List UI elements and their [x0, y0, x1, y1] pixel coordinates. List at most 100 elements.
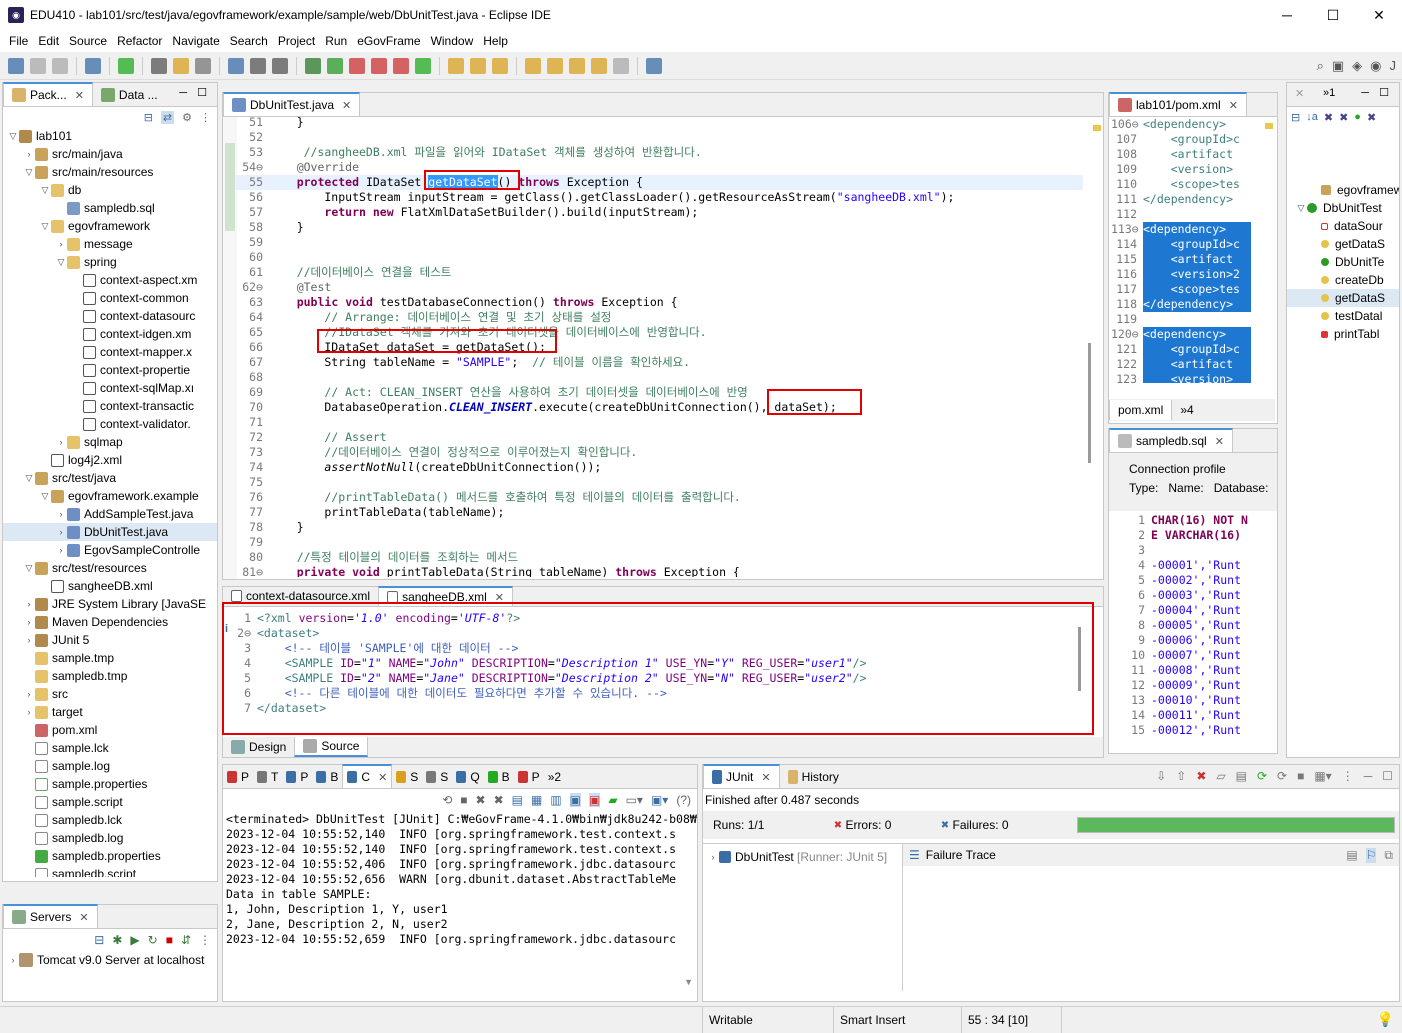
save-all-icon[interactable]: [52, 57, 68, 74]
tree-item[interactable]: context-common: [3, 289, 217, 307]
tab-console-9[interactable]: P: [514, 766, 544, 788]
code-line[interactable]: 78 }: [235, 520, 1083, 535]
sql-line[interactable]: 11 -00008','Runt: [1111, 663, 1261, 678]
link-editor-icon[interactable]: ⇄: [160, 110, 175, 124]
java-perspective-icon[interactable]: J: [1390, 58, 1397, 74]
tab-pom-overview[interactable]: pom.xml: [1109, 400, 1173, 420]
code-line[interactable]: 3 <!-- 테이블 'SAMPLE'에 대한 데이터 -->: [223, 641, 1083, 656]
pom-line[interactable]: 109 <version>: [1111, 162, 1251, 177]
tree-item[interactable]: context-validator.: [3, 415, 217, 433]
expand-icon[interactable]: ›: [23, 595, 35, 613]
tree-item[interactable]: context-propertie: [3, 361, 217, 379]
display-console-icon[interactable]: ▭▾: [626, 793, 643, 807]
code-line[interactable]: 70 DatabaseOperation.CLEAN_INSERT.execut…: [235, 400, 1083, 415]
expand-icon[interactable]: ›: [23, 685, 35, 703]
sql-line[interactable]: 9 -00006','Runt: [1111, 633, 1261, 648]
debug-icon[interactable]: [305, 57, 321, 74]
back-icon[interactable]: [591, 57, 607, 74]
code-line[interactable]: 68: [235, 370, 1083, 385]
tab-console-0[interactable]: P: [223, 766, 253, 788]
tree-item[interactable]: sampledb.log: [3, 829, 217, 847]
sql-line[interactable]: 12 -00009','Runt: [1111, 678, 1261, 693]
minimize-view-icon[interactable]: ─: [1361, 87, 1369, 99]
expand-icon[interactable]: ›: [23, 613, 35, 631]
menu-window[interactable]: Window: [426, 34, 479, 48]
server-item[interactable]: › Tomcat v9.0 Server at localhost: [3, 951, 217, 969]
pom-line[interactable]: 112: [1111, 207, 1251, 222]
rerun-icon[interactable]: ⟳: [1257, 769, 1267, 783]
tree-item[interactable]: › target: [3, 703, 217, 721]
code-line[interactable]: 5 <SAMPLE ID="2" NAME="Jane" DESCRIPTION…: [223, 671, 1083, 686]
code-line[interactable]: 60: [235, 250, 1083, 265]
search-icon[interactable]: ⌕: [1317, 58, 1324, 74]
tree-item[interactable]: ▽ src/test/java: [3, 469, 217, 487]
clear-console-icon[interactable]: ⟲: [442, 793, 452, 807]
publish-icon[interactable]: ⇵: [181, 933, 191, 947]
pom-line[interactable]: 118 </dependency>: [1111, 297, 1251, 312]
close-icon[interactable]: ✕: [75, 89, 84, 102]
code-line[interactable]: 77 printTableData(tableName);: [235, 505, 1083, 520]
tree-item[interactable]: ▽ spring: [3, 253, 217, 271]
hide-static-icon[interactable]: ✖: [1339, 111, 1348, 147]
tree-item[interactable]: ▽ egovframework.example: [3, 487, 217, 505]
toggle-mark-icon[interactable]: [228, 57, 244, 74]
open-perspective-icon[interactable]: ▣: [1332, 58, 1344, 74]
menu-run[interactable]: Run: [320, 34, 352, 48]
remove-launch-icon[interactable]: ✖: [476, 793, 486, 807]
tree-item[interactable]: › DbUnitTest.java: [3, 523, 217, 541]
view-menu-icon[interactable]: ⋮: [199, 933, 211, 947]
tree-item[interactable]: log4j2.xml: [3, 451, 217, 469]
sql-line[interactable]: 4 -00001','Runt: [1111, 558, 1261, 573]
tree-item[interactable]: › EgovSampleControlle: [3, 541, 217, 559]
hide-fields-icon[interactable]: ✖: [1324, 111, 1333, 147]
test-tree-item[interactable]: › DbUnitTest [Runner: JUnit 5]: [703, 848, 902, 866]
open-resource-icon[interactable]: [492, 57, 508, 74]
collapse-icon[interactable]: ⊟: [94, 933, 104, 947]
prev-failure-icon[interactable]: ⇧: [1176, 769, 1186, 783]
show-failures-only-icon[interactable]: ✖: [1196, 769, 1206, 783]
code-line[interactable]: 74 assertNotNull(createDbUnitConnection(…: [235, 460, 1083, 475]
sql-line[interactable]: 10 -00007','Runt: [1111, 648, 1261, 663]
pom-line[interactable]: 111 </dependency>: [1111, 192, 1251, 207]
tree-item[interactable]: › JUnit 5: [3, 631, 217, 649]
maximize-view-icon[interactable]: ☐: [1382, 769, 1393, 783]
egov-perspective-icon[interactable]: ◉: [1370, 58, 1381, 74]
code-line[interactable]: 66 IDataSet dataSet = getDataSet();: [235, 340, 1083, 355]
code-line[interactable]: 73 //데이터베이스 연결이 정상적으로 이루어졌는지 확인합니다.: [235, 445, 1083, 460]
help-icon[interactable]: (?): [676, 793, 691, 807]
outline-item[interactable]: DbUnitTe: [1287, 253, 1399, 271]
tree-item[interactable]: ▽ src/test/resources: [3, 559, 217, 577]
tab-console-7[interactable]: Q: [452, 766, 483, 788]
editor-scrollbar[interactable]: [1088, 343, 1091, 463]
sql-line[interactable]: 5 -00002','Runt: [1111, 573, 1261, 588]
tab-console-5[interactable]: S: [392, 766, 422, 788]
close-icon[interactable]: ✕: [1295, 87, 1304, 100]
open-console-icon[interactable]: ▣▾: [651, 793, 668, 807]
code-line[interactable]: 58 }: [235, 220, 1083, 235]
hide-local-types-icon[interactable]: ✖: [1367, 111, 1376, 147]
sql-line[interactable]: 13 -00010','Runt: [1111, 693, 1261, 708]
code-line[interactable]: 64 // Arrange: 데이터베이스 연결 및 초기 상태를 설정: [235, 310, 1083, 325]
tab-console-6[interactable]: S: [422, 766, 452, 788]
code-line[interactable]: 72 // Assert: [235, 430, 1083, 445]
scroll-lock-icon[interactable]: ▤: [1236, 769, 1247, 783]
stop-icon[interactable]: ■: [166, 933, 173, 947]
code-line[interactable]: 7 </dataset>: [223, 701, 1083, 716]
maximize-button[interactable]: ☐: [1310, 0, 1356, 30]
pom-line[interactable]: 122 <artifact: [1111, 357, 1251, 372]
tree-item[interactable]: ▽ src/main/resources: [3, 163, 217, 181]
menu-file[interactable]: File: [4, 34, 33, 48]
close-icon[interactable]: ✕: [342, 99, 351, 112]
expand-icon[interactable]: ▽: [55, 253, 67, 271]
code-line[interactable]: 51 }: [235, 115, 1083, 130]
menu-search[interactable]: Search: [225, 34, 273, 48]
terminal-icon[interactable]: [85, 57, 101, 74]
minimize-view-icon[interactable]: ─: [179, 87, 187, 99]
code-line[interactable]: 52: [235, 130, 1083, 145]
tab-pom-xml[interactable]: lab101/pom.xml ✕: [1109, 92, 1247, 116]
expand-icon[interactable]: ›: [707, 852, 719, 862]
code-line[interactable]: 62⊖ @Test: [235, 280, 1083, 295]
prev-annotation-icon[interactable]: [547, 57, 563, 74]
tab-package-explorer[interactable]: Pack... ✕: [3, 82, 93, 106]
tab-more-pages[interactable]: »4: [1172, 400, 1201, 420]
